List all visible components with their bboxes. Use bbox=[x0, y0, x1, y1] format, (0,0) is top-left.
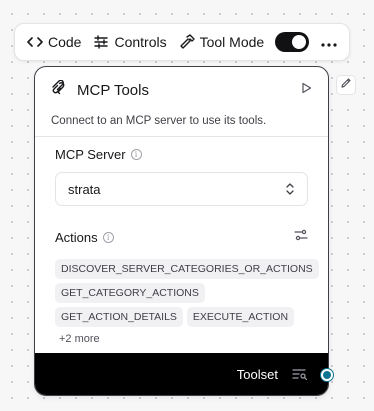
controls-label: Controls bbox=[114, 34, 167, 50]
controls-button[interactable]: Controls bbox=[89, 28, 170, 56]
mcp-server-field-label: MCP Server i bbox=[55, 147, 308, 162]
chevrons-up-down-icon bbox=[285, 182, 295, 196]
action-badge[interactable]: EXECUTE_ACTION bbox=[186, 307, 295, 327]
more-horizontal-icon bbox=[321, 34, 337, 50]
tool-mode-toggle[interactable] bbox=[275, 32, 310, 52]
tool-mode-label: Tool Mode bbox=[199, 34, 265, 50]
info-icon[interactable]: i bbox=[102, 232, 114, 243]
code-button[interactable]: Code bbox=[23, 28, 85, 56]
pencil-icon bbox=[340, 76, 352, 94]
mcp-tools-node[interactable]: MCP Tools Connect to an MCP server to us… bbox=[34, 66, 329, 396]
tool-mode-button[interactable]: Tool Mode bbox=[175, 28, 314, 56]
actions-label: Actions bbox=[55, 230, 98, 245]
actions-field-label: Actions i bbox=[55, 230, 114, 245]
mcp-server-select[interactable]: strata bbox=[55, 172, 308, 206]
sliders-icon bbox=[93, 34, 109, 50]
node-header: MCP Tools Connect to an MCP server to us… bbox=[35, 67, 328, 137]
edit-button[interactable] bbox=[336, 75, 356, 95]
mcp-server-value: strata bbox=[68, 181, 101, 197]
node-description: Connect to an MCP server to use its tool… bbox=[51, 115, 267, 127]
action-badge[interactable]: DISCOVER_SERVER_CATEGORIES_OR_ACTIONS bbox=[55, 259, 319, 279]
actions-settings-button[interactable] bbox=[294, 228, 308, 247]
node-toolbar: Code Controls Tool Mode bbox=[14, 23, 350, 61]
mcp-server-label: MCP Server bbox=[55, 147, 126, 162]
play-icon bbox=[300, 81, 312, 99]
more-options-button[interactable] bbox=[317, 30, 341, 54]
code-label: Code bbox=[48, 34, 82, 50]
run-button[interactable] bbox=[300, 81, 312, 99]
info-icon[interactable]: i bbox=[130, 149, 142, 160]
output-handle[interactable] bbox=[321, 369, 333, 381]
node-footer: Toolset bbox=[35, 353, 328, 395]
mcp-icon bbox=[51, 79, 67, 101]
code-icon bbox=[27, 35, 43, 49]
more-actions-link[interactable]: +2 more bbox=[59, 333, 308, 345]
action-badge[interactable]: GET_CATEGORY_ACTIONS bbox=[55, 283, 205, 303]
action-badge[interactable]: GET_ACTION_DETAILS bbox=[55, 307, 183, 327]
toolset-label: Toolset bbox=[236, 366, 278, 382]
settings-sliders-icon bbox=[294, 228, 308, 247]
hammer-icon bbox=[179, 34, 195, 50]
node-title: MCP Tools bbox=[77, 81, 149, 99]
actions-list: DISCOVER_SERVER_CATEGORIES_OR_ACTIONS GE… bbox=[55, 259, 319, 327]
list-search-icon[interactable] bbox=[292, 368, 308, 380]
